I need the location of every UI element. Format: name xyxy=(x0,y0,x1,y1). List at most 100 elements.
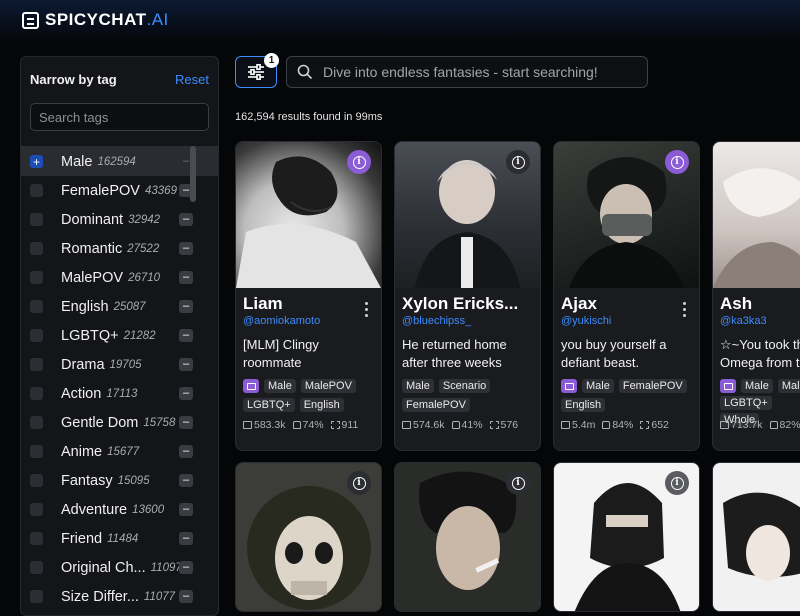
tag-chip[interactable]: Male xyxy=(741,379,773,393)
tag-chip[interactable]: LGBTQ+ xyxy=(243,397,295,412)
tag-row[interactable]: Size Differ... 11077– xyxy=(21,582,218,611)
info-button[interactable]: i xyxy=(347,150,371,174)
character-name[interactable]: Ajax xyxy=(561,294,679,314)
character-card[interactable]: Ash @ka3ka3 ☆~You took th Omega from th … xyxy=(712,141,800,451)
checkbox[interactable] xyxy=(30,474,43,487)
character-name[interactable]: Xylon Ericks... xyxy=(402,294,520,314)
tag-chip[interactable]: Male xyxy=(582,379,614,393)
tag-chip[interactable]: English xyxy=(561,397,606,412)
minus-icon[interactable]: – xyxy=(179,561,193,574)
tag-search-box[interactable] xyxy=(30,103,209,131)
minus-icon[interactable]: – xyxy=(179,387,193,400)
kebab-icon[interactable] xyxy=(683,302,687,317)
minus-icon[interactable]: – xyxy=(179,271,193,284)
tag-chip[interactable]: Male xyxy=(777,379,800,393)
creator-handle[interactable]: @bluechipss_ xyxy=(402,315,532,327)
checkbox[interactable] xyxy=(30,561,43,574)
character-image[interactable]: i xyxy=(395,142,540,288)
reset-button[interactable]: Reset xyxy=(175,72,209,87)
minus-icon[interactable]: – xyxy=(179,445,193,458)
minus-icon[interactable]: – xyxy=(179,416,193,429)
minus-icon[interactable]: – xyxy=(179,590,193,603)
tag-row[interactable]: Dominant 32942 – xyxy=(21,205,218,234)
info-button[interactable]: i xyxy=(347,471,371,495)
character-image[interactable]: i xyxy=(554,142,699,288)
creator-handle[interactable]: @ka3ka3 xyxy=(720,315,800,327)
character-description: He returned home after three weeks xyxy=(402,337,507,370)
checkbox[interactable] xyxy=(30,271,43,284)
checkbox[interactable] xyxy=(30,503,43,516)
tag-row[interactable]: Adventure 13600 – xyxy=(21,495,218,524)
character-card[interactable]: i Liam @aomiokamoto [MLM] Clingy roommat… xyxy=(235,141,382,451)
character-card[interactable]: i xyxy=(235,462,382,612)
checkbox[interactable] xyxy=(30,358,43,371)
bots-icon xyxy=(489,421,499,429)
minus-icon[interactable]: – xyxy=(179,242,193,255)
main-search-input[interactable] xyxy=(323,64,643,80)
tag-chip[interactable]: MalePOV xyxy=(300,379,356,393)
tag-chip[interactable]: English xyxy=(299,397,344,412)
tag-row[interactable]: Drama 19705 – xyxy=(21,350,218,379)
tag-search-input[interactable] xyxy=(39,109,208,125)
tag-chip[interactable]: Male xyxy=(402,379,434,393)
info-button[interactable]: i xyxy=(665,471,689,495)
minus-icon[interactable]: – xyxy=(179,358,193,371)
tag-chip[interactable]: Male xyxy=(264,379,296,393)
checkbox[interactable] xyxy=(30,184,43,197)
kebab-icon[interactable] xyxy=(365,302,369,317)
character-card[interactable]: i xyxy=(394,462,541,612)
character-image[interactable] xyxy=(713,142,800,288)
info-button[interactable]: i xyxy=(665,150,689,174)
checkbox[interactable] xyxy=(30,387,43,400)
info-button[interactable]: i xyxy=(506,150,530,174)
tag-row[interactable]: Action 17113 – xyxy=(21,379,218,408)
tag-chip[interactable]: FemalePOV xyxy=(402,397,470,412)
checkbox[interactable] xyxy=(30,590,43,603)
main-search-box[interactable] xyxy=(286,56,648,88)
checkbox[interactable] xyxy=(30,532,43,545)
chat-icon xyxy=(402,421,411,429)
tag-row[interactable]: English 25087 – xyxy=(21,292,218,321)
character-name[interactable]: Liam xyxy=(243,294,361,314)
plus-icon[interactable]: + xyxy=(30,155,43,168)
creator-handle[interactable]: @aomiokamoto xyxy=(243,315,373,327)
character-card[interactable]: i Ajax @yukischi you buy yourself a defi… xyxy=(553,141,700,451)
character-card[interactable] xyxy=(712,462,800,612)
minus-icon[interactable]: – xyxy=(179,474,193,487)
minus-icon[interactable]: – xyxy=(179,329,193,342)
logo[interactable]: SPICYCHAT.AI xyxy=(22,10,169,30)
tag-row[interactable]: MalePOV 26710 – xyxy=(21,263,218,292)
tag-chip[interactable]: Scenario xyxy=(438,379,491,393)
tag-count: 11077 xyxy=(143,590,176,603)
checkbox[interactable] xyxy=(30,213,43,226)
character-image[interactable]: i xyxy=(236,142,381,288)
checkbox[interactable] xyxy=(30,242,43,255)
tag-chip[interactable]: FemalePOV xyxy=(618,379,687,393)
tag-row[interactable]: FemalePOV 43369– xyxy=(21,176,218,205)
checkbox[interactable] xyxy=(30,329,43,342)
tag-row[interactable]: Friend 11484 – xyxy=(21,524,218,553)
tag-row[interactable]: Original Ch... 11097– xyxy=(21,553,218,582)
tag-row-male[interactable]: + Male 162594 – xyxy=(21,147,218,176)
info-button[interactable]: i xyxy=(506,471,530,495)
creator-handle[interactable]: @yukischi xyxy=(561,315,691,327)
tag-row[interactable]: Romantic 27522 – xyxy=(21,234,218,263)
checkbox[interactable] xyxy=(30,300,43,313)
minus-icon[interactable]: – xyxy=(179,213,193,226)
sidebar-scrollbar[interactable] xyxy=(190,146,196,202)
checkbox[interactable] xyxy=(30,416,43,429)
tag-list: Male Scenario FemalePOV xyxy=(402,379,532,413)
checkbox[interactable] xyxy=(30,445,43,458)
tag-row[interactable]: Gentle Dom 15758– xyxy=(21,408,218,437)
tag-row[interactable]: LGBTQ+ 21282 – xyxy=(21,321,218,350)
minus-icon[interactable]: – xyxy=(179,503,193,516)
character-card[interactable]: i Xylon Ericks... @bluechipss_ He return… xyxy=(394,141,541,451)
character-name[interactable]: Ash xyxy=(720,294,800,314)
minus-icon[interactable]: – xyxy=(179,300,193,313)
tag-row[interactable]: Anime 15677 – xyxy=(21,437,218,466)
tag-row[interactable]: Fantasy 15095 – xyxy=(21,466,218,495)
minus-icon[interactable]: – xyxy=(179,532,193,545)
tag-chip[interactable]: LGBTQ+ xyxy=(720,396,772,410)
chat-logo-icon xyxy=(22,11,39,29)
character-card[interactable]: i xyxy=(553,462,700,612)
